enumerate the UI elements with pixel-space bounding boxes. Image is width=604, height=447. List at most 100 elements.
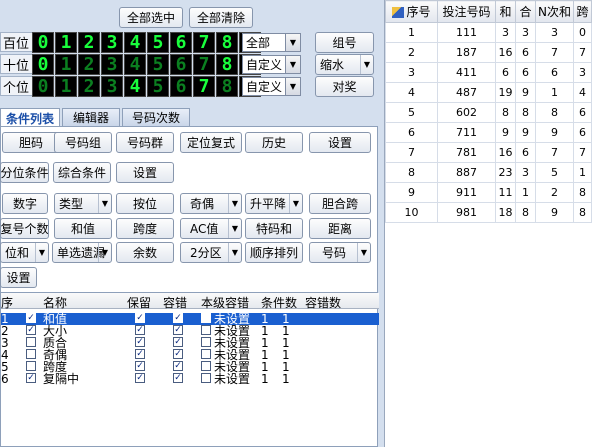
position-select-ones[interactable]: 自定义 ▼	[242, 77, 301, 96]
list-item[interactable]: 6 ✓ 复隔中 ✓ ✓ 未设置 1 1	[1, 373, 379, 385]
digit-button[interactable]: 1	[55, 54, 77, 75]
tolerance-checkbox[interactable]: ✓	[173, 337, 183, 347]
shrink-button[interactable]: 缩水 ▼	[315, 54, 374, 75]
condition-button[interactable]: 号码 ▼	[309, 242, 371, 263]
grid-header[interactable]: 和	[495, 0, 516, 23]
table-row[interactable]: 1 111 3 3 3 0	[385, 22, 592, 43]
grid-header[interactable]: 投注号码	[437, 0, 496, 23]
condition-button[interactable]: 类型 ▼	[54, 193, 112, 214]
digit-button[interactable]: 3	[101, 32, 123, 53]
table-row[interactable]: 7 781 16 6 7 7	[385, 142, 592, 163]
condition-button[interactable]: 奇偶 ▼	[180, 193, 242, 214]
position-select-hundreds[interactable]: 全部 ▼	[242, 33, 301, 52]
keep-checkbox[interactable]: ✓	[135, 361, 145, 371]
condition-button[interactable]: 单选遗漏 ▼	[52, 242, 112, 263]
level-checkbox[interactable]	[201, 361, 211, 371]
condition-button[interactable]: 胆合跨	[309, 193, 371, 214]
condition-button[interactable]: 升平降 ▼	[245, 193, 303, 214]
digit-button[interactable]: 7	[193, 54, 215, 75]
condition-button[interactable]: 历史	[245, 132, 303, 153]
digit-button[interactable]: 3	[101, 54, 123, 75]
condition-button[interactable]: 和值	[54, 218, 112, 239]
level-checkbox[interactable]	[201, 373, 211, 383]
tab-editor[interactable]: 编辑器	[62, 108, 120, 126]
condition-button[interactable]: 2分区 ▼	[180, 242, 242, 263]
tolerance-checkbox[interactable]: ✓	[173, 349, 183, 359]
keep-checkbox[interactable]: ✓	[135, 373, 145, 383]
digit-button[interactable]: 8	[216, 54, 238, 75]
condition-button[interactable]: 设置	[309, 132, 371, 153]
condition-button[interactable]: 距离	[309, 218, 371, 239]
position-select-tens[interactable]: 自定义 ▼	[242, 55, 301, 74]
group-button[interactable]: 组号	[315, 32, 374, 53]
table-row[interactable]: 4 487 19 9 1 4	[385, 82, 592, 103]
level-checkbox[interactable]	[201, 313, 211, 323]
condition-button[interactable]: 分位条件	[0, 162, 49, 183]
level-checkbox[interactable]	[201, 325, 211, 335]
keep-checkbox[interactable]: ✓	[135, 337, 145, 347]
digit-button[interactable]: 3	[101, 76, 123, 97]
row-checkbox[interactable]: ✓	[26, 373, 36, 383]
table-row[interactable]: 6 711 9 9 9 6	[385, 122, 592, 143]
condition-button[interactable]: 设置	[116, 162, 174, 183]
digit-button[interactable]: 6	[170, 54, 192, 75]
tolerance-checkbox[interactable]: ✓	[173, 361, 183, 371]
digit-button[interactable]: 2	[78, 32, 100, 53]
digit-button[interactable]: 1	[55, 32, 77, 53]
condition-settings-button[interactable]: 设置	[0, 267, 37, 288]
digit-button[interactable]: 4	[124, 54, 146, 75]
tolerance-checkbox[interactable]: ✓	[173, 373, 183, 383]
grid-header[interactable]: N次和	[535, 0, 574, 23]
table-row[interactable]: 2 187 16 6 7 7	[385, 42, 592, 63]
digit-button[interactable]: 0	[32, 54, 54, 75]
keep-checkbox[interactable]: ✓	[135, 325, 145, 335]
level-checkbox[interactable]	[201, 349, 211, 359]
tab-condition-list[interactable]: 条件列表	[0, 108, 60, 127]
condition-button[interactable]: 综合条件	[53, 162, 111, 183]
condition-button[interactable]: 位和 ▼	[0, 242, 49, 263]
condition-button[interactable]: AC值 ▼	[180, 218, 242, 239]
digit-button[interactable]: 8	[216, 32, 238, 53]
digit-button[interactable]: 0	[32, 76, 54, 97]
digit-button[interactable]: 5	[147, 76, 169, 97]
condition-button[interactable]: 号码群	[116, 132, 174, 153]
grid-header[interactable]: 跨	[572, 0, 592, 23]
digit-button[interactable]: 4	[124, 76, 146, 97]
digit-button[interactable]: 8	[216, 76, 238, 97]
condition-button[interactable]: 跨度	[116, 218, 174, 239]
row-checkbox[interactable]: ✓	[26, 325, 36, 335]
digit-button[interactable]: 5	[147, 54, 169, 75]
row-checkbox[interactable]	[26, 361, 36, 371]
row-checkbox[interactable]	[26, 349, 36, 359]
table-row[interactable]: 5 602 8 8 8 6	[385, 102, 592, 123]
tolerance-checkbox[interactable]: ✓	[173, 325, 183, 335]
digit-button[interactable]: 7	[193, 76, 215, 97]
condition-button[interactable]: 按位	[116, 193, 174, 214]
table-row[interactable]: 10 981 18 8 9 8	[385, 202, 592, 223]
select-all-button[interactable]: 全部选中	[119, 7, 183, 28]
prize-check-button[interactable]: 对奖	[315, 76, 374, 97]
row-checkbox[interactable]: ✓	[26, 313, 36, 323]
table-row[interactable]: 3 411 6 6 6 3	[385, 62, 592, 83]
digit-button[interactable]: 2	[78, 54, 100, 75]
level-checkbox[interactable]	[201, 337, 211, 347]
condition-button[interactable]: 数字	[2, 193, 48, 214]
condition-button[interactable]: 特码和	[245, 218, 303, 239]
table-row[interactable]: 8 887 23 3 5 1	[385, 162, 592, 183]
condition-button[interactable]: 余数	[116, 242, 174, 263]
digit-button[interactable]: 4	[124, 32, 146, 53]
row-checkbox[interactable]	[26, 337, 36, 347]
condition-button[interactable]: 号码组	[54, 132, 112, 153]
digit-button[interactable]: 0	[32, 32, 54, 53]
digit-button[interactable]: 1	[55, 76, 77, 97]
keep-checkbox[interactable]: ✓	[135, 313, 145, 323]
clear-all-button[interactable]: 全部清除	[189, 7, 253, 28]
grid-header[interactable]: 序号	[385, 0, 438, 23]
digit-button[interactable]: 5	[147, 32, 169, 53]
table-row[interactable]: 9 911 11 1 2 8	[385, 182, 592, 203]
digit-button[interactable]: 6	[170, 76, 192, 97]
digit-button[interactable]: 7	[193, 32, 215, 53]
condition-button[interactable]: 复号个数	[0, 218, 49, 239]
digit-button[interactable]: 2	[78, 76, 100, 97]
condition-button[interactable]: 顺序排列	[245, 242, 303, 263]
